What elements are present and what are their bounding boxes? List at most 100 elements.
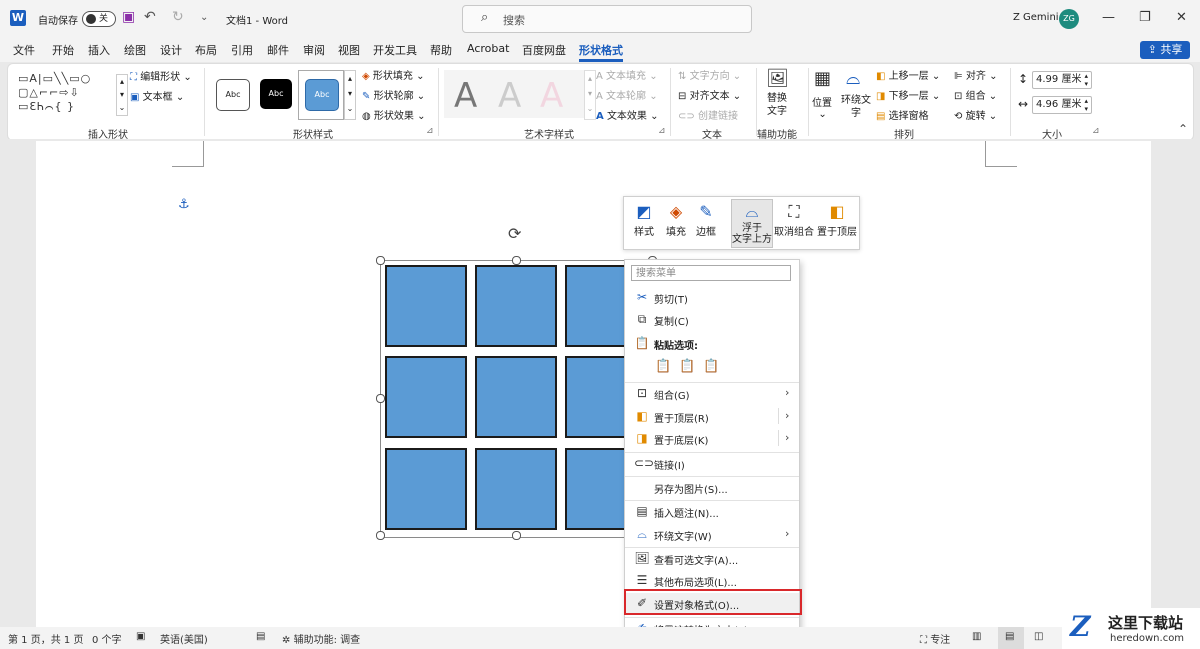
alt-text-icon[interactable]: 🖼 bbox=[766, 68, 789, 89]
wordart-scroll[interactable]: ▴ ▾ ⌄ bbox=[584, 70, 596, 120]
edit-shape-button[interactable]: ⛶ 编辑形状 ⌄ bbox=[130, 68, 192, 83]
menu-item-bring-to-front[interactable]: ◧ 置于顶层(R) › bbox=[625, 406, 799, 428]
tab-draw[interactable]: 绘图 bbox=[124, 42, 146, 58]
undo-icon[interactable]: ↶ bbox=[144, 9, 156, 25]
text-box-button[interactable]: ▣ 文本框 ⌄ bbox=[130, 88, 184, 103]
page-count[interactable]: 第 1 页，共 1 页 bbox=[8, 631, 83, 646]
bring-forward-button[interactable]: ◧ 上移一层 ⌄ bbox=[876, 67, 940, 82]
tab-home[interactable]: 开始 bbox=[52, 42, 74, 58]
accessibility-status[interactable]: ✲ 辅助功能: 调查 bbox=[282, 631, 360, 646]
style-swatch-white[interactable]: Abc bbox=[216, 79, 250, 111]
blue-square[interactable] bbox=[385, 265, 467, 347]
blue-square[interactable] bbox=[385, 356, 467, 438]
wordart-sample-light[interactable]: A bbox=[498, 76, 521, 116]
share-button[interactable]: ⇪ 共享 bbox=[1140, 41, 1190, 59]
group-button[interactable]: ⊡ 组合 ⌄ bbox=[954, 87, 997, 102]
text-fill-button[interactable]: A 文本填充 ⌄ bbox=[596, 67, 658, 82]
resize-handle[interactable] bbox=[512, 531, 521, 540]
menu-item-save-as-picture[interactable]: 另存为图片(S)... bbox=[625, 477, 799, 499]
mini-ungroup-button[interactable]: ⛶ 取消组合 bbox=[774, 201, 814, 238]
align-text-button[interactable]: ⊟ 对齐文本 ⌄ bbox=[678, 87, 741, 102]
position-button[interactable]: 位置 ⌄ bbox=[812, 94, 832, 120]
text-outline-button[interactable]: A 文本轮廓 ⌄ bbox=[596, 87, 658, 102]
close-icon[interactable]: ✕ bbox=[1176, 10, 1187, 25]
resize-handle[interactable] bbox=[512, 256, 521, 265]
tab-design[interactable]: 设计 bbox=[160, 42, 182, 58]
alt-text-button[interactable]: 替换 文字 bbox=[767, 92, 787, 118]
read-mode-icon[interactable]: ▥ bbox=[972, 631, 981, 642]
paste-text-only-icon[interactable]: 📋 bbox=[703, 359, 719, 374]
language[interactable]: 英语(美国) bbox=[160, 631, 208, 646]
shape-effects-button[interactable]: ◍ 形状效果 ⌄ bbox=[362, 107, 425, 122]
print-layout-icon[interactable]: ▤ bbox=[1005, 631, 1014, 642]
autosave-toggle[interactable]: 关 bbox=[82, 11, 116, 27]
proofing-icon[interactable]: ▣ bbox=[136, 631, 145, 642]
resize-handle[interactable] bbox=[376, 256, 385, 265]
search-box[interactable]: ⌕ 搜索 bbox=[462, 5, 752, 33]
submenu-arrow-icon[interactable]: › bbox=[785, 431, 789, 444]
resize-handle[interactable] bbox=[376, 394, 385, 403]
dialog-launcher-icon[interactable]: ⊿ bbox=[658, 126, 666, 136]
mini-in-front-button[interactable]: ⌓ 浮于 文字上方 bbox=[732, 201, 772, 245]
shapes-scroll[interactable]: ▴ ▾ ⌄ bbox=[116, 74, 128, 116]
wrap-text-icon[interactable]: ⌓ bbox=[846, 68, 860, 89]
rotate-button[interactable]: ⟲ 旋转 ⌄ bbox=[954, 107, 997, 122]
menu-search-input[interactable]: 搜索菜单 bbox=[631, 265, 791, 281]
resize-handle[interactable] bbox=[376, 531, 385, 540]
anchor-icon[interactable]: ⚓ bbox=[178, 197, 190, 212]
tab-references[interactable]: 引用 bbox=[231, 42, 253, 58]
shape-width-input[interactable]: 4.96 厘米 ▴ ▾ bbox=[1032, 96, 1092, 114]
blue-square[interactable] bbox=[475, 265, 557, 347]
focus-button[interactable]: ⛶ 专注 bbox=[920, 631, 950, 646]
minimize-icon[interactable]: — bbox=[1102, 10, 1115, 25]
wrap-text-button[interactable]: 环绕文 字 bbox=[841, 94, 871, 120]
wordart-sample-dark[interactable]: A bbox=[454, 76, 477, 116]
text-effects-button[interactable]: A 文本效果 ⌄ bbox=[596, 107, 659, 122]
styles-scroll[interactable]: ▴ ▾ ⌄ bbox=[344, 70, 356, 120]
align-button[interactable]: ⊫ 对齐 ⌄ bbox=[954, 67, 997, 82]
dialog-launcher-icon[interactable]: ⊿ bbox=[1092, 126, 1100, 136]
user-name[interactable]: Z Gemini bbox=[1013, 12, 1059, 23]
shapes-gallery[interactable]: ▭A|▭╲╲▭○ ▢△⌐⌐⇨⇩ ▭ƐᏂ⌒{ } bbox=[18, 72, 118, 116]
paste-keep-format-icon[interactable]: 📋 bbox=[655, 359, 671, 374]
mini-style-button[interactable]: ◩ 样式 bbox=[626, 201, 662, 238]
style-swatch-blue[interactable]: Abc bbox=[305, 79, 339, 111]
save-icon[interactable]: ▣ bbox=[122, 9, 135, 25]
menu-item-wrap-text[interactable]: ⌓ 环绕文字(W) › bbox=[625, 524, 799, 546]
create-link-button[interactable]: ⊂⊃ 创建链接 bbox=[678, 107, 738, 122]
tab-layout[interactable]: 布局 bbox=[195, 42, 217, 58]
redo-icon[interactable]: ↻ bbox=[172, 9, 184, 25]
blue-square[interactable] bbox=[475, 356, 557, 438]
web-layout-icon[interactable]: ◫ bbox=[1034, 631, 1043, 642]
tab-acrobat[interactable]: Acrobat bbox=[467, 42, 509, 55]
blue-square[interactable] bbox=[385, 448, 467, 530]
avatar[interactable]: ZG bbox=[1059, 9, 1079, 29]
spin-arrows-icon[interactable]: ▴ ▾ bbox=[1084, 97, 1088, 113]
tab-view[interactable]: 视图 bbox=[338, 42, 360, 58]
spin-arrows-icon[interactable]: ▴ ▾ bbox=[1084, 72, 1088, 88]
tab-developer[interactable]: 开发工具 bbox=[373, 42, 417, 58]
menu-item-view-alt-text[interactable]: 🖼 查看可选文字(A)... bbox=[625, 548, 799, 570]
tab-help[interactable]: 帮助 bbox=[430, 42, 452, 58]
position-icon[interactable]: ▦ bbox=[814, 68, 831, 89]
dialog-launcher-icon[interactable]: ⊿ bbox=[426, 126, 434, 136]
tab-review[interactable]: 审阅 bbox=[303, 42, 325, 58]
tab-insert[interactable]: 插入 bbox=[88, 42, 110, 58]
selection-pane-button[interactable]: ▤ 选择窗格 bbox=[876, 107, 929, 122]
shape-fill-button[interactable]: ◈ 形状填充 ⌄ bbox=[362, 67, 424, 82]
submenu-arrow-icon[interactable]: › bbox=[785, 409, 789, 422]
menu-item-insert-caption[interactable]: ▤ 插入题注(N)... bbox=[625, 501, 799, 523]
mini-bring-front-button[interactable]: ◧ 置于顶层 bbox=[816, 201, 858, 238]
menu-item-group[interactable]: ⊡ 组合(G) › bbox=[625, 383, 799, 405]
text-direction-button[interactable]: ⇅ 文字方向 ⌄ bbox=[678, 67, 741, 82]
restore-icon[interactable]: ❐ bbox=[1139, 10, 1151, 25]
tab-baidu-netdisk[interactable]: 百度网盘 bbox=[522, 42, 566, 58]
shape-outline-button[interactable]: ✎ 形状轮廓 ⌄ bbox=[362, 87, 425, 102]
wordart-sample-pink[interactable]: A bbox=[540, 76, 563, 116]
paste-picture-icon[interactable]: 📋 bbox=[679, 359, 695, 374]
macro-icon[interactable]: ▤ bbox=[256, 631, 265, 642]
tab-mailings[interactable]: 邮件 bbox=[267, 42, 289, 58]
menu-item-send-to-back[interactable]: ◨ 置于底层(K) › bbox=[625, 428, 799, 450]
send-backward-button[interactable]: ◨ 下移一层 ⌄ bbox=[876, 87, 940, 102]
menu-item-copy[interactable]: ⧉ 复制(C) bbox=[625, 309, 799, 331]
